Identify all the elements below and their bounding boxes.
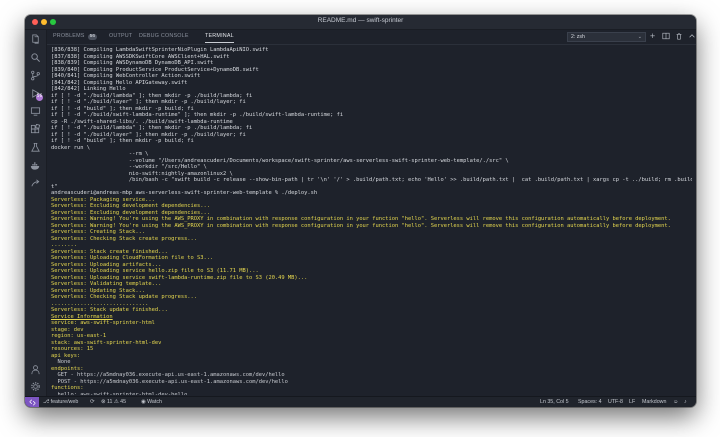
- search-icon[interactable]: [30, 52, 41, 63]
- explorer-icon[interactable]: [30, 34, 41, 45]
- tab-debug-console[interactable]: Debug Console: [139, 33, 189, 39]
- activity-bar: 56: [25, 30, 47, 397]
- terminal-line: Serverless: Warning! You're using the AW…: [51, 216, 671, 222]
- branch-name: feature/web: [50, 399, 79, 405]
- remote-explorer-icon[interactable]: [30, 106, 41, 117]
- tab-problems-label: Problems: [53, 33, 85, 39]
- tab-output[interactable]: Output: [109, 33, 132, 39]
- terminal-line: hello: aws-swift-sprinter-html-dev-hello: [51, 391, 188, 396]
- remote-indicator[interactable]: [25, 397, 39, 407]
- notification-badge: 56: [36, 94, 43, 101]
- end-of-line[interactable]: LF: [629, 399, 635, 405]
- warning-icon: ⚠: [113, 399, 119, 405]
- status-bar: ⎇ feature/web ⟳ ⊗ 11 ⚠ 45 ◉ Watch Ln 35,…: [25, 396, 696, 407]
- git-branch-icon: ⎇: [43, 399, 50, 405]
- add-terminal-icon[interactable]: +: [648, 32, 657, 41]
- cursor-position[interactable]: Ln 35, Col 5: [540, 399, 569, 405]
- testing-icon[interactable]: [30, 142, 41, 153]
- terminal-output[interactable]: [836/838] Compiling LambdaSwiftSprinterN…: [51, 47, 692, 395]
- run-debug-icon[interactable]: 56: [30, 88, 43, 101]
- split-terminal-icon[interactable]: [661, 32, 670, 41]
- terminal-line: Serverless: Warning! You're using the AW…: [51, 222, 671, 229]
- bell-icon[interactable]: ♪: [684, 399, 687, 405]
- warning-count: 45: [120, 399, 127, 405]
- vscode-window: README.md — swift-sprinter 56 PROBLEMS 5…: [25, 15, 696, 407]
- live-share-icon[interactable]: [30, 178, 41, 189]
- panel-tab-bar: Problems 56 Output Debug Console Terminal…: [47, 30, 696, 45]
- eye-icon: ◉: [141, 399, 146, 405]
- chevron-down-icon: ⌄: [637, 34, 642, 40]
- title-bar: README.md — swift-sprinter: [25, 15, 696, 30]
- docker-icon[interactable]: [30, 160, 41, 171]
- remote-icon: [28, 398, 36, 406]
- feedback-icon[interactable]: ☺: [673, 399, 678, 405]
- tab-problems[interactable]: Problems 56: [53, 33, 98, 40]
- terminal-panel: Problems 56 Output Debug Console Terminal…: [47, 30, 696, 397]
- chevron-up-icon[interactable]: [687, 32, 696, 41]
- problems-indicator[interactable]: ⊗ 11 ⚠ 45: [101, 399, 126, 405]
- window-title: README.md — swift-sprinter: [317, 17, 404, 24]
- branch-indicator[interactable]: ⎇ feature/web: [43, 399, 78, 405]
- language-mode[interactable]: Markdown: [642, 399, 666, 405]
- source-control-icon[interactable]: [30, 70, 41, 81]
- watch-indicator[interactable]: ◉ Watch: [141, 399, 162, 405]
- error-count: 11: [106, 399, 113, 405]
- trash-icon[interactable]: [674, 32, 683, 41]
- settings-gear-icon[interactable]: [30, 381, 41, 392]
- account-icon[interactable]: [30, 364, 41, 375]
- problems-count-badge: 56: [87, 34, 98, 40]
- error-icon: ⊗: [101, 399, 106, 405]
- terminal-selector-value: 2: zsh: [571, 34, 585, 40]
- sync-icon[interactable]: ⟳: [90, 399, 94, 405]
- encoding[interactable]: UTF-8: [608, 399, 623, 405]
- tab-terminal[interactable]: Terminal: [205, 33, 234, 43]
- service-information-heading: Service Information: [51, 313, 113, 320]
- indentation[interactable]: Spaces: 4: [578, 399, 602, 405]
- extensions-icon[interactable]: [30, 124, 41, 135]
- watch-label: Watch: [147, 399, 162, 405]
- terminal-line: /bin/bash -c "swift build -c release --s…: [51, 177, 692, 183]
- terminal-selector[interactable]: 2: zsh ⌄: [567, 32, 646, 42]
